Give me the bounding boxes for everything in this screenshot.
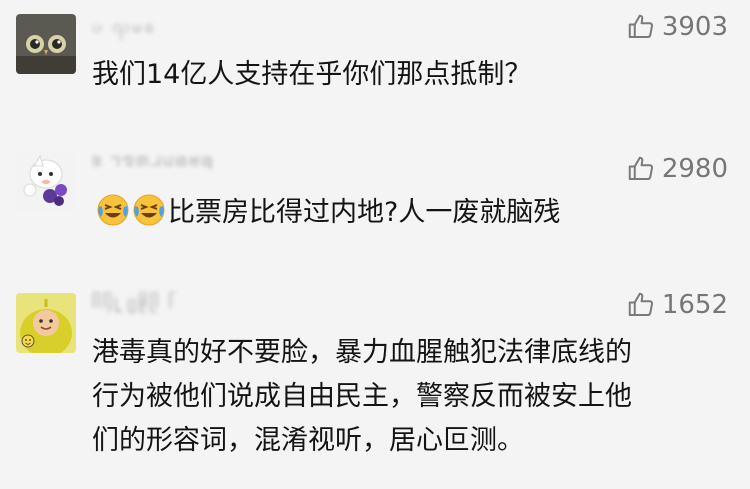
- like-button[interactable]: 1652: [626, 288, 728, 322]
- comment-item: ᥥᥦᥧ ᥩᥪᥫ ᥬ 1652 港毒真的好不要脸，暴力血腥触犯法律底线的 行为被他…: [0, 0, 750, 489]
- comment-line: 港毒真的好不要脸，暴力血腥触犯法律底线的: [92, 337, 632, 368]
- username[interactable]: ᥥᥦᥧ ᥩᥪᥫ ᥬ: [92, 292, 175, 314]
- comment-line: 们的形容词，混淆视听，居心叵测。: [92, 425, 524, 456]
- thumbs-up-icon: [628, 292, 653, 316]
- comment-line: 行为被他们说成自由民主，警察反而被安上他: [92, 381, 632, 412]
- like-count: 1652: [661, 290, 728, 320]
- comment-text: 港毒真的好不要脸，暴力血腥触犯法律底线的 行为被他们说成自由民主，警察反而被安上…: [92, 331, 730, 463]
- teletubby-avatar[interactable]: [16, 293, 76, 353]
